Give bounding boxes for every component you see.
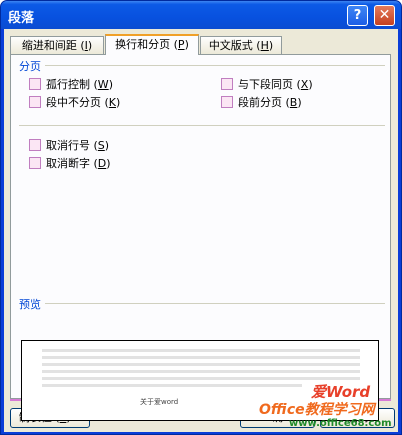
dont-hyphenate-checkbox[interactable] — [29, 157, 41, 169]
suppress-line-numbers-checkbox[interactable] — [29, 139, 41, 151]
preview-line — [42, 356, 360, 359]
preview-divider — [45, 303, 385, 304]
section-divider — [19, 125, 385, 126]
watermark-url: www.office68.com — [289, 418, 392, 429]
preview-line — [42, 384, 302, 387]
paragraph-dialog: 段落 ? ✕ 缩进和间距 (I) 换行和分页 (P) 中文版式 (H) 分页 孤… — [0, 0, 402, 435]
preview-heading: 预览 — [19, 298, 41, 311]
tab-asian-typography[interactable]: 中文版式 (H) — [200, 36, 282, 54]
widow-control-label[interactable]: 孤行控制 (W) — [46, 76, 113, 92]
suppress-line-numbers-label[interactable]: 取消行号 (S) — [46, 137, 109, 153]
widow-control-checkbox[interactable] — [29, 78, 41, 90]
tab-indent-spacing[interactable]: 缩进和间距 (I) — [10, 36, 104, 54]
preview-line — [42, 363, 360, 366]
close-button[interactable]: ✕ — [374, 5, 395, 26]
page-break-before-checkbox[interactable] — [221, 96, 233, 108]
keep-lines-together-checkbox[interactable] — [29, 96, 41, 108]
dialog-title: 段落 — [8, 11, 35, 26]
page-break-before-label[interactable]: 段前分页 (B) — [238, 94, 302, 110]
preview-line — [42, 349, 360, 352]
pagination-heading: 分页 — [19, 60, 41, 73]
dont-hyphenate-label[interactable]: 取消断字 (D) — [46, 155, 111, 171]
help-button[interactable]: ? — [347, 5, 368, 26]
tab-line-page-breaks[interactable]: 换行和分页 (P) — [105, 34, 199, 55]
title-bar[interactable]: 段落 ? ✕ — [1, 1, 401, 29]
keep-lines-together-label[interactable]: 段中不分页 (K) — [46, 94, 120, 110]
dialog-body: 缩进和间距 (I) 换行和分页 (P) 中文版式 (H) 分页 孤行控制 (W)… — [4, 29, 398, 432]
keep-with-next-label[interactable]: 与下段同页 (X) — [238, 76, 313, 92]
preview-line — [42, 377, 360, 380]
watermark-title: Office教程学习网 — [259, 402, 375, 418]
preview-line — [42, 370, 360, 373]
preview-sample-text: 关于爱word — [140, 398, 179, 406]
pagination-divider — [45, 65, 385, 66]
tab-panel: 分页 孤行控制 (W) 与下段同页 (X) 段中不分页 (K) 段前分页 (B)… — [10, 54, 391, 421]
keep-with-next-checkbox[interactable] — [221, 78, 233, 90]
